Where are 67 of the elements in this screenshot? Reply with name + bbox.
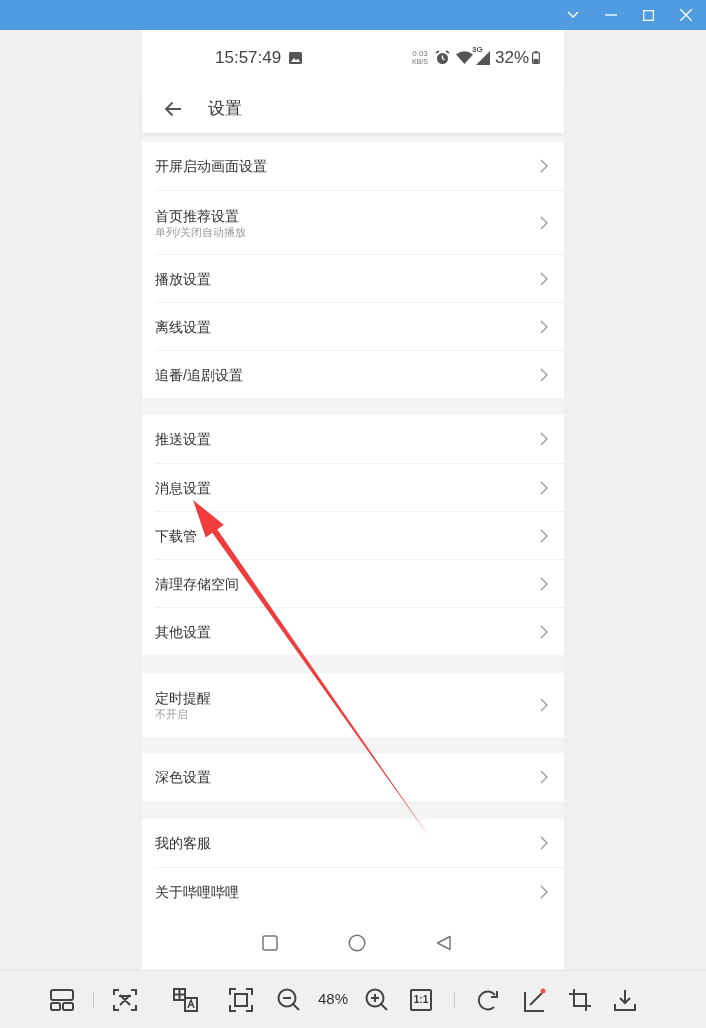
chevron-right-icon xyxy=(540,698,548,712)
chevron-right-icon xyxy=(540,271,548,286)
wifi-icon xyxy=(455,51,473,64)
chevron-right-icon xyxy=(540,159,548,173)
zoom-out-icon[interactable] xyxy=(277,987,301,1012)
back-arrow-icon[interactable] xyxy=(164,101,182,117)
settings-row[interactable]: 离线设置 xyxy=(155,302,564,350)
download-icon[interactable] xyxy=(614,988,637,1011)
settings-row[interactable]: 定时提醒 不开启 xyxy=(142,673,564,737)
chevron-right-icon xyxy=(540,770,548,784)
edit-icon[interactable] xyxy=(522,987,547,1012)
chevron-right-icon xyxy=(540,367,548,382)
row-title: 播放设置 xyxy=(155,269,212,288)
settings-row[interactable]: 开屏启动画面设置 xyxy=(142,142,564,190)
row-title: 定时提醒 xyxy=(155,689,212,707)
settings-row[interactable]: 追番/追剧设置 xyxy=(155,350,564,398)
row-title: 深色设置 xyxy=(155,768,212,786)
row-title: 推送设置 xyxy=(155,430,212,448)
fit-screen-icon[interactable] xyxy=(229,987,253,1012)
row-title: 我的客服 xyxy=(155,834,212,852)
row-title: 其他设置 xyxy=(155,622,212,641)
battery-text: 32% xyxy=(494,46,529,69)
maximize-icon[interactable] xyxy=(643,9,654,21)
clock-text: 15:57:49 xyxy=(215,46,282,69)
row-title: 消息设置 xyxy=(155,478,212,497)
chevron-right-icon xyxy=(540,215,548,230)
home-icon[interactable] xyxy=(348,933,366,952)
layout-icon[interactable] xyxy=(50,988,74,1011)
settings-row[interactable]: 首页推荐设置 单列/关闭自动播放 xyxy=(155,190,564,254)
signal-icon xyxy=(475,51,490,65)
chevron-right-icon xyxy=(540,836,548,850)
settings-row[interactable]: 深色设置 xyxy=(142,753,564,801)
row-title: 追番/追剧设置 xyxy=(155,365,244,384)
image-icon xyxy=(289,51,303,64)
back-icon[interactable] xyxy=(436,934,452,951)
zoom-in-icon[interactable] xyxy=(365,987,390,1012)
chevron-right-icon xyxy=(540,432,548,446)
chevron-right-icon xyxy=(540,528,548,543)
alarm-icon xyxy=(434,50,450,65)
network-type-text: 3G xyxy=(471,44,483,56)
text-recognition-icon[interactable] xyxy=(113,988,137,1011)
row-title: 首页推荐设置 xyxy=(155,206,240,225)
page-title: 设置 xyxy=(208,98,242,121)
crop-icon[interactable] xyxy=(568,987,593,1012)
chevron-right-icon xyxy=(540,480,548,495)
settings-row[interactable]: 播放设置 xyxy=(155,254,564,302)
chevron-right-icon xyxy=(540,884,548,899)
row-title: 开屏启动画面设置 xyxy=(155,157,268,175)
zoom-level-text: 48% xyxy=(318,989,349,1010)
row-title: 清理存储空间 xyxy=(155,574,240,593)
row-title: 离线设置 xyxy=(155,317,212,336)
translate-icon[interactable] xyxy=(173,987,199,1012)
row-title: 下载管 xyxy=(155,526,198,545)
close-icon[interactable] xyxy=(680,9,692,21)
chevron-right-icon xyxy=(540,624,548,639)
row-subtitle: 单列/关闭自动播放 xyxy=(155,224,248,239)
actual-size-button[interactable]: 1:1 xyxy=(410,988,433,1011)
chevron-down-icon[interactable] xyxy=(567,11,579,19)
row-subtitle: 不开启 xyxy=(155,707,189,721)
chevron-right-icon xyxy=(540,319,548,334)
settings-row[interactable]: 我的客服 xyxy=(142,819,564,867)
recent-apps-icon[interactable] xyxy=(262,934,278,951)
net-speed-text: 0.03 xyxy=(412,50,428,58)
chevron-right-icon xyxy=(540,576,548,591)
battery-icon xyxy=(532,51,540,64)
settings-row[interactable]: 推送设置 xyxy=(142,415,564,463)
row-title: 关于哔哩哔哩 xyxy=(155,882,240,901)
